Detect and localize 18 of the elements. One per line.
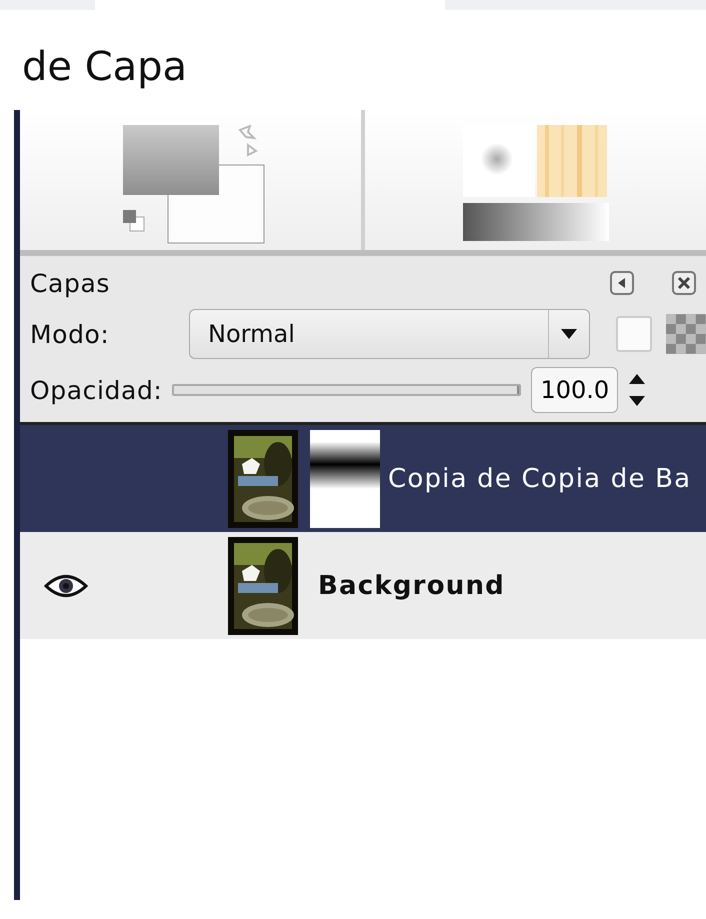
gradient-preview[interactable] (463, 203, 609, 241)
eye-icon[interactable] (44, 572, 88, 598)
layer-row[interactable]: Background (20, 532, 706, 639)
checkerboard-icon[interactable] (666, 314, 706, 354)
layer-name: Copia de Copia de Ba (388, 464, 692, 494)
mode-label: Modo: (30, 320, 110, 348)
layer-mask-thumbnail[interactable] (310, 430, 380, 528)
opacity-field[interactable]: 100.0 (531, 367, 618, 413)
opacity-slider[interactable] (174, 386, 520, 394)
lock-alpha-checkbox[interactable] (616, 316, 652, 352)
opacity-label: Opacidad: (30, 376, 162, 404)
panel-title: Capas (30, 268, 110, 298)
layer-row[interactable]: Copia de Copia de Ba (20, 425, 706, 532)
layer-name: Background (318, 570, 505, 600)
window-title: de Capa (21, 43, 188, 92)
caret-icon (561, 329, 578, 339)
close-icon[interactable] (672, 271, 696, 295)
mode-dropdown[interactable]: Normal (189, 309, 590, 359)
